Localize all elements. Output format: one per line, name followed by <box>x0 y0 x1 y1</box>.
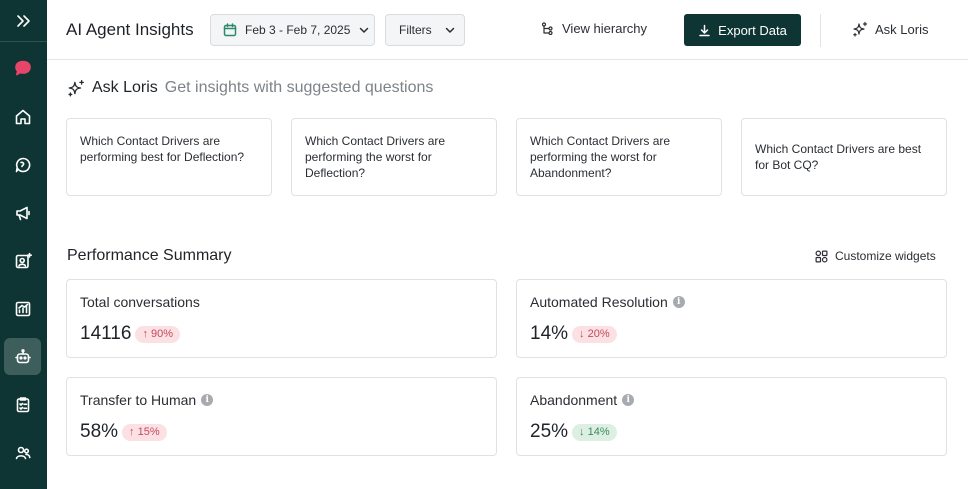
metric-value: 14% <box>530 323 569 344</box>
ask-loris-button[interactable]: Ask Loris <box>852 21 928 37</box>
header-divider <box>820 14 821 47</box>
metric-card-transfer-to-human: Transfer to Human i 58% ↑ 15% <box>66 377 497 456</box>
chat-bubble-icon <box>14 60 31 75</box>
suggested-question-text: Which Contact Drivers are performing the… <box>305 134 446 180</box>
chevron-down-icon <box>360 27 369 33</box>
filters-dropdown[interactable]: Filters <box>385 14 465 46</box>
metric-value: 25% <box>530 421 569 442</box>
metric-label: Abandonment i <box>530 392 635 408</box>
sidebar-item-conversations[interactable] <box>4 146 41 183</box>
expand-icon <box>16 14 30 27</box>
trend-badge: ↓ 14% <box>572 423 617 441</box>
chevron-down-icon <box>445 27 454 33</box>
metric-value-row: 25% ↓ 14% <box>530 421 617 443</box>
metric-value-row: 14116 ↑ 90% <box>80 323 181 345</box>
metric-value-row: 58% ↑ 15% <box>80 421 167 443</box>
download-icon <box>699 24 710 36</box>
sidebar-item-ai-agent[interactable] <box>4 338 41 375</box>
info-icon[interactable]: i <box>201 394 214 406</box>
sparkle-icon <box>68 80 84 97</box>
customize-widgets-label: Customize widgets <box>835 249 936 263</box>
profile-spark-icon <box>15 252 32 268</box>
metric-label: Automated Resolution i <box>530 294 685 310</box>
trend-badge: ↑ 15% <box>122 423 167 441</box>
top-header: AI Agent Insights Feb 3 - Feb 7, 2025 Fi… <box>47 0 968 60</box>
conversation-icon <box>15 157 30 172</box>
bot-icon <box>14 348 31 363</box>
suggested-question-card[interactable]: Which Contact Drivers are performing the… <box>516 118 722 196</box>
metric-card-total-conversations: Total conversations 14116 ↑ 90% <box>66 279 497 358</box>
sidebar-item-home[interactable] <box>4 98 41 135</box>
metric-card-abandonment: Abandonment i 25% ↓ 14% <box>516 377 947 456</box>
export-data-label: Export Data <box>718 22 787 38</box>
sidebar-item-analytics[interactable] <box>4 290 41 327</box>
suggested-question-text: Which Contact Drivers are best for Bot C… <box>755 142 922 172</box>
ask-loris-subtitle: Get insights with suggested questions <box>164 79 434 96</box>
metric-card-automated-resolution: Automated Resolution i 14% ↓ 20% <box>516 279 947 358</box>
view-hierarchy-button[interactable]: View hierarchy <box>541 21 647 36</box>
date-range-label: Feb 3 - Feb 7, 2025 <box>245 23 351 37</box>
suggested-question-card[interactable]: Which Contact Drivers are performing bes… <box>66 118 272 196</box>
metric-value-row: 14% ↓ 20% <box>530 323 617 345</box>
view-hierarchy-label: View hierarchy <box>562 21 648 36</box>
metric-label-text: Transfer to Human <box>80 392 197 408</box>
hierarchy-icon <box>541 22 553 35</box>
sidebar <box>0 0 47 489</box>
users-icon <box>15 446 31 459</box>
checklist-icon <box>16 396 29 412</box>
export-data-button[interactable]: Export Data <box>684 14 801 46</box>
performance-summary-title: Performance Summary <box>67 247 232 264</box>
widgets-icon <box>815 249 828 263</box>
sidebar-item-users[interactable] <box>4 434 41 471</box>
info-icon[interactable]: i <box>672 296 685 308</box>
metric-label-text: Automated Resolution <box>530 294 668 310</box>
trend-badge: ↑ 90% <box>135 325 181 343</box>
megaphone-icon <box>15 206 30 220</box>
trend-badge: ↓ 20% <box>572 325 617 343</box>
suggested-question-text: Which Contact Drivers are performing bes… <box>80 134 245 164</box>
metric-label: Total conversations <box>80 294 200 310</box>
metric-label-text: Abandonment <box>530 392 618 408</box>
suggested-question-card[interactable]: Which Contact Drivers are best for Bot C… <box>741 118 947 196</box>
metric-label: Transfer to Human i <box>80 392 214 408</box>
sparkle-icon <box>853 21 868 37</box>
page-title: AI Agent Insights <box>66 20 194 39</box>
expand-sidebar-button[interactable] <box>4 2 41 39</box>
sidebar-item-tasks[interactable] <box>4 386 41 423</box>
ask-loris-title: Ask Loris <box>92 79 158 96</box>
ask-loris-label: Ask Loris <box>875 21 929 37</box>
info-icon[interactable]: i <box>622 394 635 406</box>
sidebar-item-profile-insights[interactable] <box>4 242 41 279</box>
customize-widgets-button[interactable]: Customize widgets <box>815 249 936 263</box>
metric-value: 14116 <box>80 323 132 344</box>
home-icon <box>15 109 30 124</box>
suggested-question-card[interactable]: Which Contact Drivers are performing the… <box>291 118 497 196</box>
metric-value: 58% <box>80 421 119 442</box>
suggested-question-text: Which Contact Drivers are performing the… <box>530 134 671 180</box>
sidebar-item-campaigns[interactable] <box>4 194 41 231</box>
ask-loris-heading: Ask Loris Get insights with suggested qu… <box>67 79 433 97</box>
analytics-icon <box>15 301 30 316</box>
sidebar-divider <box>0 41 47 42</box>
calendar-icon <box>223 23 237 37</box>
sidebar-item-chat[interactable] <box>4 49 41 86</box>
date-range-picker[interactable]: Feb 3 - Feb 7, 2025 <box>210 14 375 46</box>
filters-label: Filters <box>399 23 432 37</box>
metric-label-text: Total conversations <box>80 294 200 310</box>
